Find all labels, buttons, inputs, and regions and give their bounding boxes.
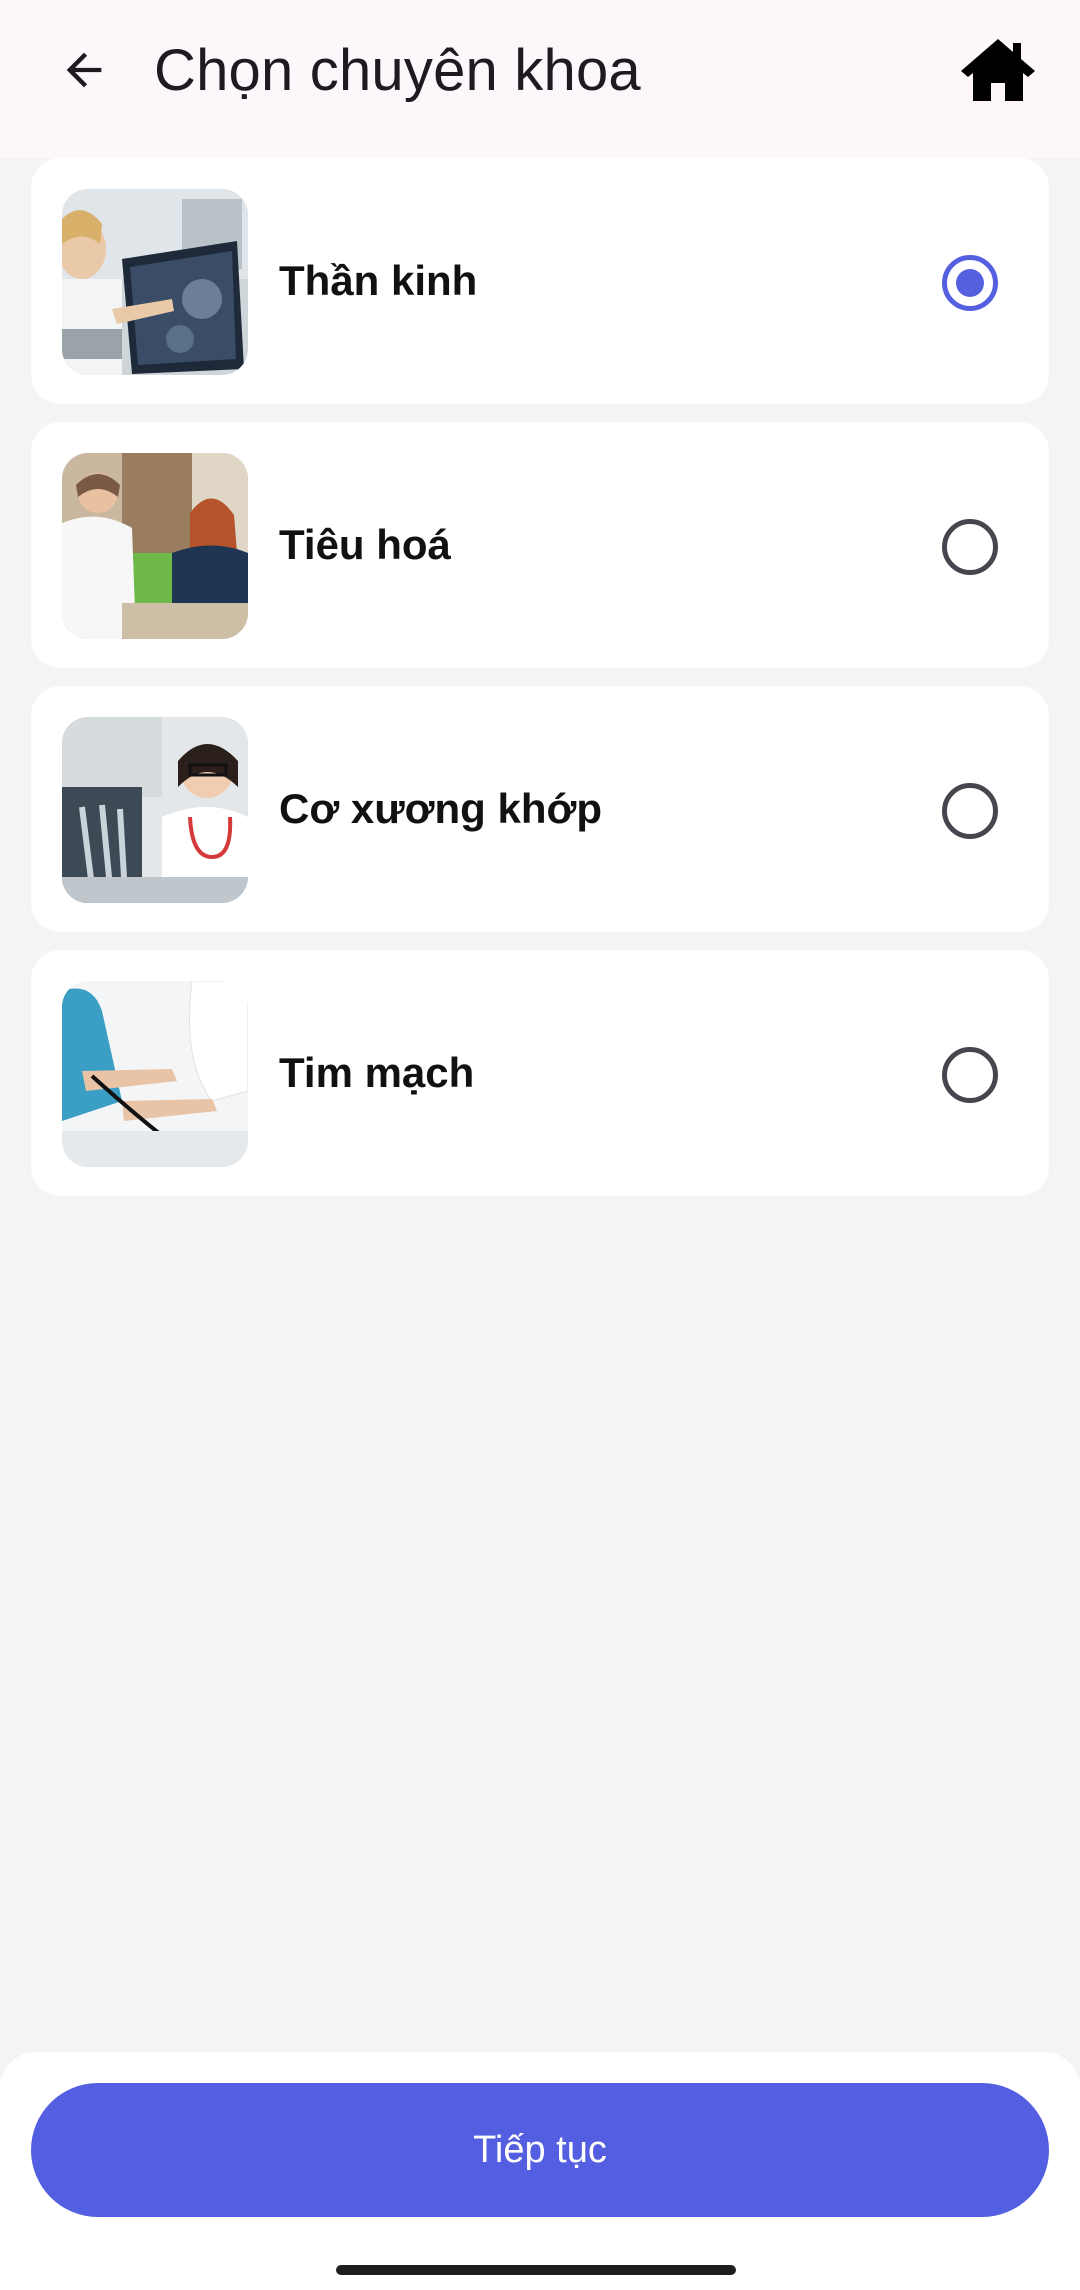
- gesture-home-indicator[interactable]: [336, 2265, 736, 2275]
- specialty-label: Thần kinh: [279, 257, 478, 304]
- page-title: Chọn chuyên khoa: [154, 38, 641, 103]
- specialty-card-tieu-hoa[interactable]: Tiêu hoá: [31, 422, 1049, 668]
- specialty-card-co-xuong-khop[interactable]: Cơ xương khớp: [31, 686, 1049, 932]
- home-icon: [961, 39, 1035, 101]
- continue-button[interactable]: Tiếp tục: [31, 2083, 1049, 2217]
- home-button[interactable]: [956, 34, 1040, 106]
- radio-button[interactable]: [942, 1047, 998, 1103]
- specialty-label: Tiêu hoá: [279, 521, 451, 568]
- specialty-card-tim-mach[interactable]: Tim mạch: [31, 950, 1049, 1196]
- specialty-image: [62, 717, 248, 903]
- top-app-bar: Chọn chuyên khoa: [0, 0, 1080, 158]
- back-button[interactable]: [44, 30, 124, 110]
- specialty-label: Tim mạch: [279, 1049, 475, 1096]
- specialty-card-than-kinh[interactable]: Thần kinh: [31, 158, 1049, 404]
- specialty-image: [62, 189, 248, 375]
- radio-button-selected[interactable]: [942, 255, 998, 311]
- specialty-label: Cơ xương khớp: [279, 785, 602, 832]
- specialty-image: [62, 981, 248, 1167]
- app-screen: Chọn chuyên khoa Thần kinh Tiêu hoá Cơ x…: [0, 0, 1080, 2290]
- arrow-left-icon: [66, 52, 102, 88]
- radio-button[interactable]: [942, 783, 998, 839]
- radio-button[interactable]: [942, 519, 998, 575]
- specialty-image: [62, 453, 248, 639]
